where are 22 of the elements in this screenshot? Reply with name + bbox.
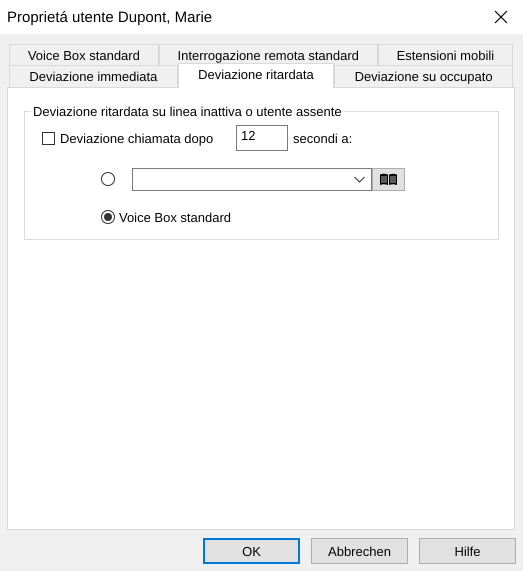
- seconds-field[interactable]: 12: [236, 125, 288, 151]
- seconds-label: secondi a:: [293, 130, 352, 146]
- radio-button[interactable]: [101, 172, 115, 186]
- tab[interactable]: Estensioni mobili: [378, 44, 513, 66]
- tab[interactable]: Deviazione ritardata: [178, 63, 334, 88]
- dropdown-field[interactable]: [132, 168, 372, 190]
- book-icon: [379, 172, 398, 186]
- book-button[interactable]: [372, 168, 405, 190]
- group-title: Deviazione ritardata su linea inattiva o utente assente: [32, 104, 343, 119]
- tab[interactable]: Deviazione immediata: [9, 65, 178, 87]
- dialog-button[interactable]: Hilfe: [419, 538, 516, 564]
- dialog-button[interactable]: Abbrechen: [311, 538, 408, 564]
- chevron-down-icon[interactable]: [354, 176, 365, 182]
- tab[interactable]: Deviazione su occupato: [334, 65, 513, 87]
- tab[interactable]: Voice Box standard: [9, 44, 159, 66]
- radio-button[interactable]: [101, 210, 115, 224]
- close-icon[interactable]: [494, 10, 508, 24]
- radio-label: Voice Box standard: [119, 210, 232, 224]
- window-title: Proprietá utente Dupont, Marie: [7, 8, 212, 26]
- checkbox-label: Deviazione chiamata dopo: [60, 130, 214, 146]
- checkbox[interactable]: [42, 132, 55, 144]
- dialog-button[interactable]: OK: [203, 538, 300, 564]
